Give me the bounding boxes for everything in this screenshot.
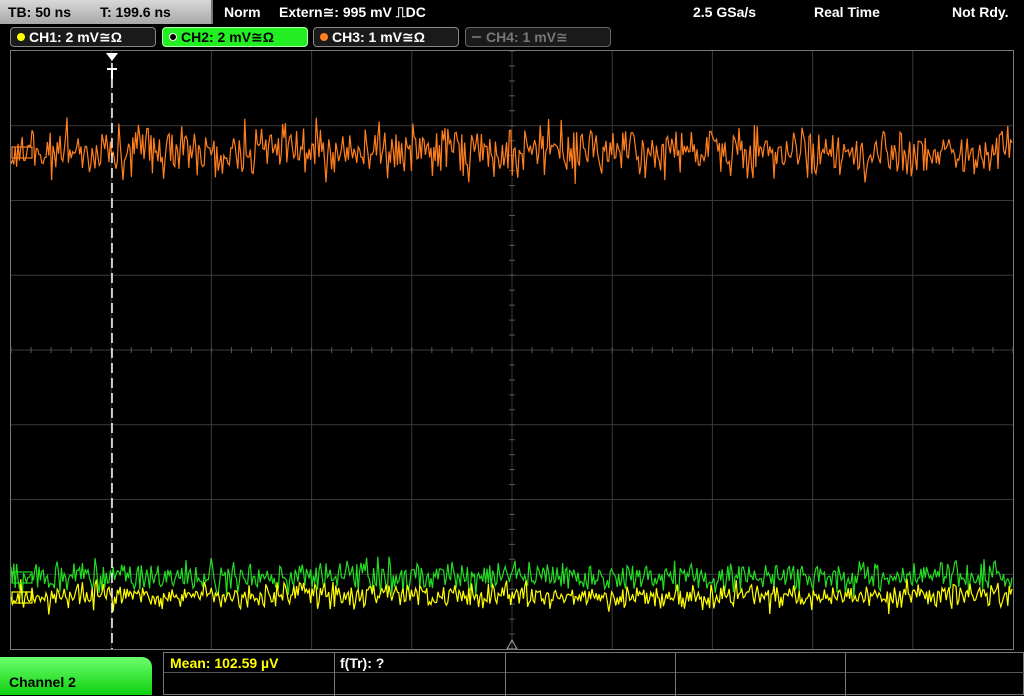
- channel-bar: CH1: 2 mV≅Ω CH2: 2 mV≅Ω CH3: 1 mV≅Ω CH4:…: [0, 26, 1024, 48]
- trigger-mode[interactable]: Norm: [224, 4, 261, 20]
- channel-3-dot-icon: [320, 33, 328, 41]
- mean-measurement: Mean: 102.59 µV: [170, 655, 279, 671]
- channel-2-label: CH2: 2 mV≅Ω: [181, 29, 274, 45]
- selected-channel-label: Channel 2: [9, 674, 76, 690]
- bottom-panel: Channel 2 Mean: 102.59 µV f(Tr): ?: [0, 652, 1024, 696]
- measurement-divider: [675, 653, 676, 696]
- acquisition-mode: Real Time: [814, 4, 880, 20]
- measurement-panel[interactable]: Mean: 102.59 µV f(Tr): ?: [163, 652, 1024, 696]
- channel-1-dot-icon: [17, 33, 25, 41]
- channel-3-label: CH3: 1 mV≅Ω: [332, 29, 425, 45]
- channel-4-label: CH4: 1 mV≅: [486, 29, 568, 45]
- frequency-measurement: f(Tr): ?: [340, 655, 385, 671]
- trigger-time-readout: T: 199.6 ns: [100, 4, 171, 20]
- waveform-svg: [11, 51, 1013, 649]
- channel-1-label: CH1: 2 mV≅Ω: [29, 29, 122, 45]
- measurement-divider: [334, 653, 335, 696]
- acquisition-status: Not Rdy.: [952, 4, 1009, 20]
- channel-2-dot-icon: [169, 33, 177, 41]
- sample-rate: 2.5 GSa/s: [693, 4, 757, 20]
- channel-1-tab[interactable]: CH1: 2 mV≅Ω: [10, 27, 156, 47]
- top-status-bar: TB: 50 ns T: 199.6 ns Norm Extern≅: 995 …: [0, 0, 1024, 24]
- channel-3-tab[interactable]: CH3: 1 mV≅Ω: [313, 27, 459, 47]
- channel-2-tab[interactable]: CH2: 2 mV≅Ω: [162, 27, 308, 47]
- trigger-source[interactable]: Extern≅: 995 mV ⎍DC: [279, 4, 426, 21]
- timebase-readout: TB: 50 ns: [8, 4, 72, 20]
- waveform-display[interactable]: [10, 50, 1014, 650]
- measurement-divider: [505, 653, 506, 696]
- timebase-box[interactable]: TB: 50 ns T: 199.6 ns: [0, 0, 213, 24]
- measurement-divider: [164, 672, 1024, 673]
- selected-channel-button[interactable]: Channel 2: [0, 657, 152, 695]
- measurement-divider: [845, 653, 846, 696]
- channel-4-off-icon: [472, 36, 481, 38]
- channel-4-tab[interactable]: CH4: 1 mV≅: [465, 27, 611, 47]
